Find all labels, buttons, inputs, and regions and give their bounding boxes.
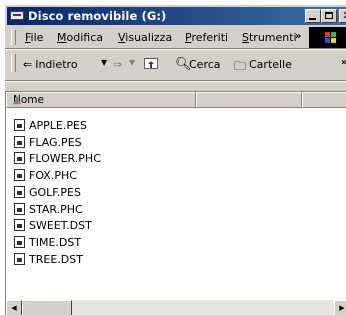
file-icon — [14, 252, 25, 265]
file-name: SWEET.DST — [29, 219, 92, 233]
sort-ascending-icon: ▲ — [13, 94, 22, 106]
maximize-button[interactable] — [321, 9, 337, 23]
close-button[interactable]: ✕ — [339, 9, 346, 23]
list-item[interactable]: FOX.PHC — [14, 168, 164, 184]
file-name: TIME.DST — [29, 235, 82, 249]
file-name: FLOWER.PHC — [29, 152, 101, 166]
search-button[interactable]: Cerca — [189, 58, 221, 71]
forward-dropdown-icon[interactable]: ▼ — [129, 58, 135, 67]
minimize-icon — [309, 18, 316, 20]
file-icon — [14, 135, 25, 148]
list-item[interactable]: SWEET.DST — [14, 218, 164, 234]
list-item[interactable]: FLOWER.PHC — [14, 151, 164, 167]
column-header-name[interactable]: Nome ▲ — [6, 92, 196, 108]
list-item[interactable]: FLAG.PES — [14, 135, 164, 151]
file-name: STAR.PHC — [29, 202, 83, 216]
file-icon — [14, 202, 25, 215]
file-icon — [14, 169, 25, 182]
menu-bar: File Modifica Visualizza Preferiti Strum… — [5, 27, 346, 47]
file-icon — [14, 185, 25, 198]
menu-grip[interactable] — [11, 30, 16, 45]
file-icon — [14, 119, 25, 131]
column-header-2[interactable] — [196, 92, 302, 108]
file-name: TREE.DST — [29, 252, 83, 266]
back-dropdown-icon[interactable]: ▼ — [101, 58, 107, 67]
maximize-icon — [325, 12, 333, 19]
file-icon — [14, 219, 25, 232]
column-header-3[interactable] — [302, 92, 346, 108]
file-icon — [14, 152, 25, 165]
windows-logo — [309, 27, 346, 48]
drive-icon — [10, 11, 24, 20]
list-item[interactable]: GOLF.PES — [14, 185, 164, 201]
menubar-separator — [5, 48, 346, 50]
toolbar-grip[interactable] — [11, 54, 16, 72]
menu-modifica[interactable]: Modifica — [57, 31, 103, 44]
toolbar-overflow-chevron[interactable]: » — [341, 57, 346, 68]
menu-strumenti[interactable]: Strumenti — [242, 31, 297, 44]
folder-up-icon[interactable] — [144, 58, 158, 69]
folders-icon[interactable]: 🗀 — [234, 57, 246, 78]
forward-arrow-icon[interactable]: ⇒ — [113, 58, 122, 71]
back-button[interactable]: ⇐ Indietro — [23, 58, 78, 71]
list-item[interactable]: TREE.DST — [14, 252, 164, 268]
file-icon — [14, 235, 25, 248]
menu-file[interactable]: File — [25, 31, 43, 44]
close-icon: ✕ — [342, 9, 346, 22]
title-bar[interactable]: Disco removibile (G:) ✕ — [7, 7, 346, 25]
explorer-window: Disco removibile (G:) ✕ File Modifica Vi… — [4, 4, 346, 315]
minimize-button[interactable] — [305, 9, 321, 23]
standard-toolbar: ⇐ Indietro ▼ ⇒ ▼ 🔍︎ Cerca 🗀 Cartelle » — [5, 51, 346, 77]
menu-visualizza[interactable]: Visualizza — [118, 31, 172, 44]
folders-button[interactable]: Cartelle — [249, 58, 292, 71]
list-item[interactable]: TIME.DST — [14, 235, 164, 251]
list-header: Nome ▲ — [6, 92, 346, 108]
list-item[interactable]: STAR.PHC — [14, 202, 164, 218]
menu-overflow-chevron[interactable]: » — [295, 31, 302, 42]
file-name: FLAG.PES — [29, 135, 82, 149]
menu-preferiti[interactable]: Preferiti — [185, 31, 228, 44]
file-name: APPLE.PES — [29, 119, 87, 132]
file-list-view[interactable]: Nome ▲ APPLE.PES FLAG.PES FLOWER.PHC FOX.PH… — [5, 91, 346, 315]
window-title: Disco removibile (G:) — [28, 9, 167, 23]
toolbar-separator — [5, 80, 346, 82]
file-name: FOX.PHC — [29, 169, 77, 183]
back-arrow-icon: ⇐ — [23, 58, 33, 71]
file-name: GOLF.PES — [29, 185, 81, 199]
list-item[interactable]: APPLE.PES — [14, 118, 164, 134]
